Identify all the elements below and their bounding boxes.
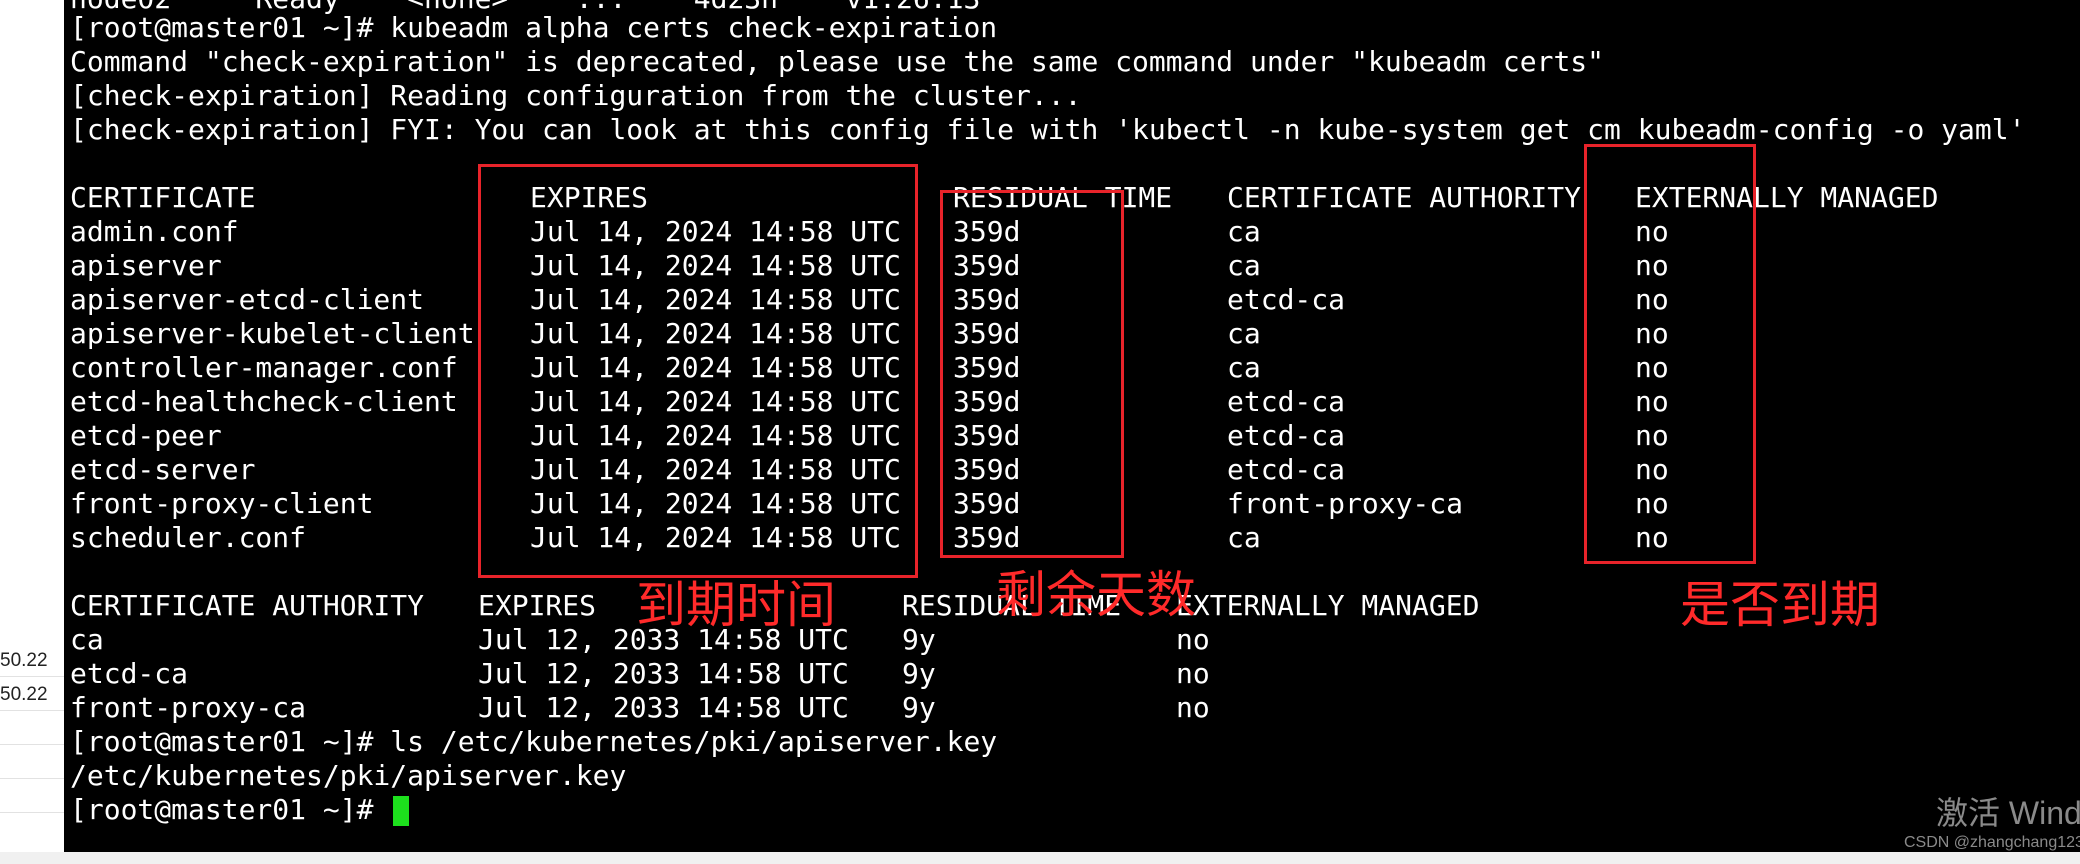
prompt-line: [root@master01 ~]#: [70, 793, 391, 826]
cert-table-cell: apiserver: [70, 249, 222, 282]
cert-column-header: CERTIFICATE AUTHORITY: [1227, 181, 1582, 214]
ca-table-cell: Jul 12, 2033 14:58 UTC: [478, 657, 849, 690]
cert-table-cell: ca: [1227, 521, 1261, 554]
cert-table-cell: etcd-ca: [1227, 283, 1346, 316]
command-line: [root@master01 ~]# ls /etc/kubernetes/pk…: [70, 725, 998, 758]
side-value: 50.22: [0, 680, 64, 711]
cert-table-cell: etcd-peer: [70, 419, 222, 452]
ca-table-cell: 9y: [902, 691, 936, 724]
cert-table-cell: apiserver-kubelet-client: [70, 317, 475, 350]
background-app-strip: 50.22 50.22: [0, 0, 65, 864]
ca-table-cell: 9y: [902, 623, 936, 656]
command-line: [root@master01 ~]# kubeadm alpha certs c…: [70, 11, 998, 44]
cert-table-cell: ca: [1227, 215, 1261, 248]
ca-column-header: CERTIFICATE AUTHORITY: [70, 589, 425, 622]
terminal-line: /etc/kubernetes/pki/apiserver.key: [70, 759, 627, 792]
cert-table-cell: etcd-ca: [1227, 419, 1346, 452]
cert-table-cell: apiserver-etcd-client: [70, 283, 425, 316]
side-empty-cell: [0, 748, 64, 779]
terminal-line: Command "check-expiration" is deprecated…: [70, 45, 1605, 78]
ca-table-cell: front-proxy-ca: [70, 691, 307, 724]
ca-table-cell: 9y: [902, 657, 936, 690]
expires-highlight-box: [478, 164, 918, 578]
managed-highlight-box: [1584, 144, 1756, 564]
ca-column-header: EXTERNALLY MANAGED: [1176, 589, 1480, 622]
ca-table-cell: no: [1176, 691, 1210, 724]
ca-table-cell: ca: [70, 623, 104, 656]
cert-table-cell: etcd-server: [70, 453, 256, 486]
ca-column-header: EXPIRES: [478, 589, 597, 622]
cert-table-cell: etcd-ca: [1227, 453, 1346, 486]
cert-table-cell: admin.conf: [70, 215, 239, 248]
cert-table-cell: scheduler.conf: [70, 521, 307, 554]
side-value: 50.22: [0, 646, 64, 677]
side-empty-cell: [0, 782, 64, 813]
annotation-managed: 是否到期: [1680, 576, 1880, 634]
windows-activation-watermark: 激活 Wind: [1936, 795, 2080, 831]
residual-highlight-box: [940, 190, 1124, 558]
cert-table-cell: controller-manager.conf: [70, 351, 458, 384]
ca-table-cell: no: [1176, 657, 1210, 690]
cert-table-cell: ca: [1227, 317, 1261, 350]
annotation-residual: 剩余天数: [996, 566, 1196, 624]
ca-table-cell: Jul 12, 2033 14:58 UTC: [478, 691, 849, 724]
ca-table-cell: etcd-ca: [70, 657, 189, 690]
bottom-strip: [0, 852, 2080, 864]
cert-table-cell: front-proxy-ca: [1227, 487, 1464, 520]
side-empty-cell: [0, 714, 64, 745]
cert-table-cell: front-proxy-client: [70, 487, 374, 520]
csdn-watermark: CSDN @zhangchang123: [1904, 834, 2080, 851]
cert-table-cell: ca: [1227, 351, 1261, 384]
terminal-cursor[interactable]: [393, 796, 409, 826]
cert-table-cell: etcd-ca: [1227, 385, 1346, 418]
annotation-expires: 到期时间: [636, 576, 836, 634]
cert-column-header: CERTIFICATE: [70, 181, 256, 214]
terminal-line: [check-expiration] FYI: You can look at …: [70, 113, 2026, 146]
cert-table-cell: etcd-healthcheck-client: [70, 385, 458, 418]
terminal-line: [check-expiration] Reading configuration…: [70, 79, 1082, 112]
ca-table-cell: no: [1176, 623, 1210, 656]
cert-table-cell: ca: [1227, 249, 1261, 282]
